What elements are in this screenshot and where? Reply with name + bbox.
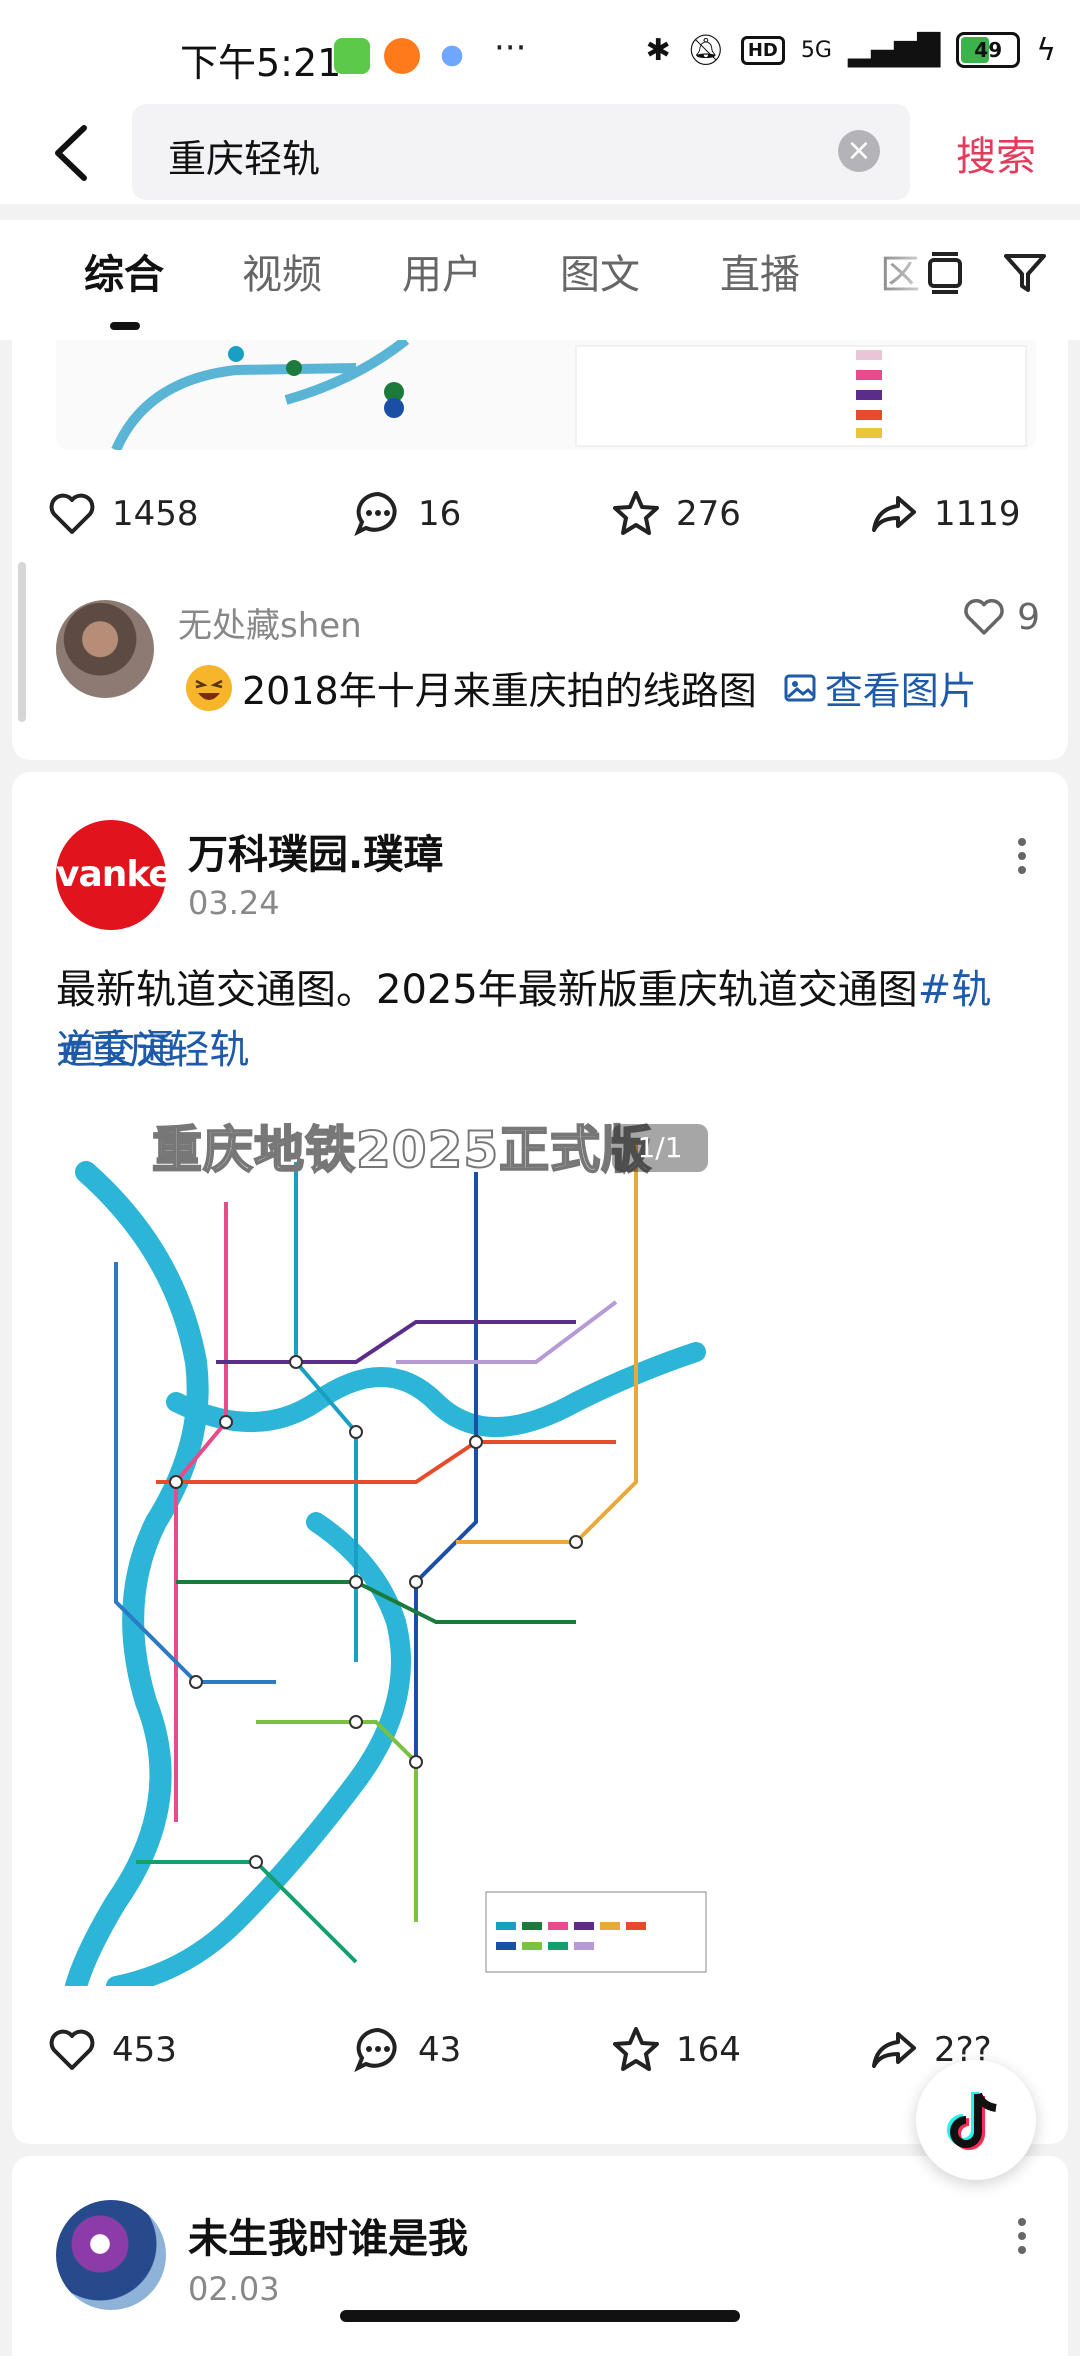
battery-icon: 49 bbox=[956, 32, 1021, 68]
bluetooth-icon: ✱ bbox=[645, 32, 671, 68]
douyin-icon bbox=[947, 2092, 997, 2150]
more-options-icon[interactable] bbox=[1016, 2212, 1028, 2260]
like-button[interactable]: 1458 bbox=[46, 488, 199, 540]
app-notification-icon bbox=[334, 38, 370, 74]
laughing-emoji-icon bbox=[186, 664, 232, 711]
like-button[interactable]: 453 bbox=[46, 2024, 177, 2076]
signal-icon: ▂▄▆█ bbox=[847, 32, 941, 68]
back-arrow-icon[interactable] bbox=[44, 118, 104, 188]
author-avatar[interactable] bbox=[56, 2200, 166, 2310]
metro-map-snippet bbox=[111, 340, 1027, 450]
share-icon bbox=[872, 2032, 916, 2068]
share-icon bbox=[872, 496, 916, 532]
image-icon bbox=[784, 674, 816, 701]
58-app-icon bbox=[384, 38, 420, 74]
author-name[interactable]: 万科璞园.璞璋 bbox=[188, 822, 443, 880]
post-image-metro-map[interactable]: 重庆地铁2025正式版 bbox=[56, 1102, 724, 1986]
post-actions: 1458 16 276 1119 bbox=[12, 488, 1068, 558]
douyin-float-button[interactable] bbox=[916, 2060, 1036, 2180]
favorite-count: 276 bbox=[676, 494, 741, 534]
star-icon bbox=[613, 2027, 659, 2071]
comment-text-row: 2018年十月来重庆拍的线路图 查看图片 bbox=[186, 660, 977, 715]
author-name[interactable]: 未生我时谁是我 bbox=[188, 2206, 468, 2264]
heart-icon bbox=[49, 2029, 95, 2070]
tab-users[interactable]: 用户 bbox=[402, 242, 482, 300]
comment-count: 43 bbox=[418, 2030, 462, 2070]
search-input[interactable]: 重庆轻轨 × bbox=[132, 104, 910, 200]
post-image-map[interactable] bbox=[56, 340, 1036, 450]
search-button[interactable]: 搜索 bbox=[956, 124, 1036, 182]
post-card[interactable]: vanke 万科璞园.璞璋 03.24 最新轨道交通图。2025年最新版重庆轨道… bbox=[12, 772, 1068, 2144]
favorite-button[interactable]: 276 bbox=[610, 488, 741, 540]
result-tabs: 综合 视频 用户 图文 直播 区 bbox=[0, 220, 1080, 340]
hashtag-link[interactable]: #重庆轻轨 bbox=[56, 1027, 250, 1073]
comment-preview-bar bbox=[18, 562, 26, 722]
view-image-link[interactable]: 查看图片 bbox=[783, 660, 977, 715]
star-icon bbox=[613, 491, 659, 535]
more-options-icon[interactable] bbox=[1016, 832, 1028, 880]
share-count: 1119 bbox=[934, 494, 1021, 534]
favorite-button[interactable]: 164 bbox=[610, 2024, 741, 2076]
comment-text: 2018年十月来重庆拍的线路图 bbox=[242, 669, 757, 713]
post-date: 02.03 bbox=[188, 2270, 280, 2308]
tab-image-text[interactable]: 图文 bbox=[560, 242, 640, 300]
charging-icon: ϟ bbox=[1036, 32, 1056, 68]
active-tab-indicator bbox=[110, 322, 140, 330]
post-actions: 453 43 164 2?? bbox=[12, 2024, 1068, 2094]
tab-live[interactable]: 直播 bbox=[720, 242, 800, 300]
search-header: 重庆轻轨 × 搜索 bbox=[0, 104, 1080, 204]
status-indicators: ✱ 🔕︎ HD 5G ▂▄▆█ 49 ϟ bbox=[646, 32, 1056, 68]
heart-icon bbox=[964, 599, 1004, 635]
filter-icon[interactable] bbox=[1000, 248, 1050, 298]
like-count: 453 bbox=[112, 2030, 177, 2070]
hd-badge: HD bbox=[740, 35, 785, 65]
comment-count: 16 bbox=[418, 494, 462, 534]
status-time: 下午5:21 bbox=[180, 41, 342, 85]
comment-icon bbox=[354, 2027, 397, 2073]
author-logo[interactable]: vanke bbox=[56, 820, 173, 930]
search-query: 重庆轻轨 bbox=[168, 137, 321, 181]
mute-icon: 🔕︎ bbox=[686, 32, 725, 68]
favorite-count: 164 bbox=[676, 2030, 741, 2070]
image-title-overlay: 重庆地铁2025正式版 bbox=[151, 1120, 653, 1180]
layout-toggle-icon[interactable] bbox=[920, 248, 970, 298]
comment-like-button[interactable]: 9 bbox=[961, 594, 1040, 640]
share-button[interactable]: 1119 bbox=[868, 488, 1021, 540]
image-counter: 1/1 bbox=[612, 1124, 708, 1172]
post-card[interactable]: 未生我时谁是我 02.03 bbox=[12, 2156, 1068, 2356]
comment-like-count: 9 bbox=[1017, 596, 1040, 638]
home-indicator[interactable] bbox=[340, 2310, 740, 2322]
metro-map-graphic bbox=[56, 1102, 724, 1986]
tab-video[interactable]: 视频 bbox=[242, 242, 322, 300]
comment-button[interactable]: 43 bbox=[352, 2024, 461, 2076]
like-count: 1458 bbox=[112, 494, 199, 534]
post-text-line2: #轨道交通 #重庆轻轨 bbox=[56, 1020, 1026, 1080]
cloud-app-icon bbox=[434, 38, 470, 74]
more-notifications-icon: ··· bbox=[494, 28, 527, 68]
commenter-name[interactable]: 无处藏shen bbox=[178, 598, 362, 647]
network-label: 5G bbox=[800, 37, 832, 63]
heart-icon bbox=[49, 493, 95, 534]
tab-all[interactable]: 综合 bbox=[84, 242, 164, 300]
clear-icon[interactable]: × bbox=[838, 130, 880, 172]
comment-icon bbox=[354, 491, 397, 537]
status-bar: 下午5:21 ··· ✱ 🔕︎ HD 5G ▂▄▆█ 49 ϟ bbox=[0, 0, 1080, 104]
comment-button[interactable]: 16 bbox=[352, 488, 461, 540]
commenter-avatar[interactable] bbox=[56, 600, 154, 698]
post-date: 03.24 bbox=[188, 884, 280, 922]
